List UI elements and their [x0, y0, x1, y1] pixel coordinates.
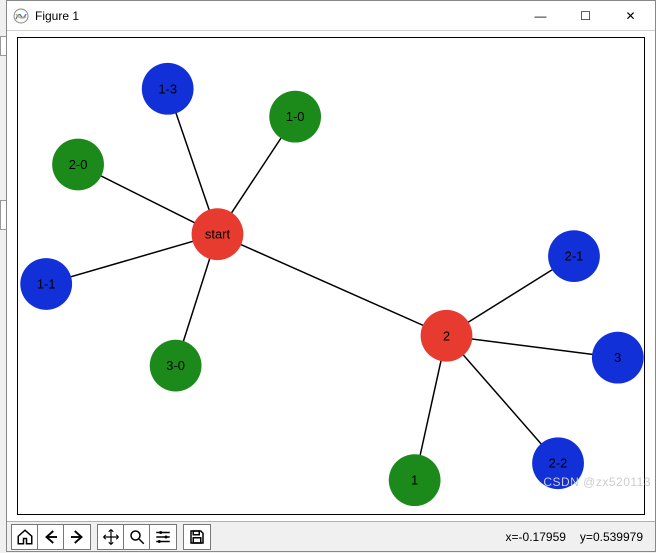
graph-node-label: 3 — [614, 350, 621, 365]
arrow-left-icon — [42, 528, 60, 546]
graph-node[interactable]: 1-3 — [142, 63, 194, 115]
move-icon — [102, 528, 120, 546]
plot-area[interactable]: start21-31-02-01-13-02-132-21 CSDN @zx52… — [7, 31, 655, 521]
forward-button[interactable] — [64, 525, 90, 549]
close-icon: ✕ — [625, 9, 635, 23]
minimize-icon: — — [535, 9, 547, 23]
graph-node[interactable]: 2 — [421, 310, 473, 362]
graph-node[interactable]: 2-2 — [532, 437, 584, 489]
graph-edge — [46, 234, 217, 284]
title-bar: Figure 1 — ☐ ✕ — [7, 1, 655, 31]
graph-edge — [447, 336, 618, 358]
home-button[interactable] — [12, 525, 38, 549]
zoom-icon — [128, 528, 146, 546]
graph-node[interactable]: 2-0 — [52, 139, 104, 191]
close-button[interactable]: ✕ — [608, 1, 653, 30]
status-x: x=-0.17959 — [506, 530, 566, 544]
maximize-icon: ☐ — [580, 9, 591, 23]
graph-node-label: 3-0 — [166, 358, 185, 373]
graph-node-label: start — [205, 227, 231, 242]
figure-window: Figure 1 — ☐ ✕ start 2 1-3 1-0 2-0 1-1 3-0 2-1 3… — [6, 0, 656, 552]
home-icon — [16, 528, 34, 546]
maximize-button[interactable]: ☐ — [563, 1, 608, 30]
minimize-button[interactable]: — — [518, 1, 563, 30]
zoom-button[interactable] — [124, 525, 150, 549]
save-icon — [188, 528, 206, 546]
back-button[interactable] — [38, 525, 64, 549]
graph-edge — [217, 234, 446, 336]
graph-node[interactable]: 1-1 — [20, 258, 72, 310]
network-graph: start 2 1-3 1-0 2-0 1-1 3-0 2-1 3 2-2 1 — [17, 37, 645, 515]
graph-node[interactable]: start — [192, 208, 244, 260]
graph-node-label: 2-2 — [549, 456, 568, 471]
nav-group-save — [183, 524, 211, 550]
graph-node[interactable]: 1-0 — [269, 91, 321, 143]
app-icon — [13, 8, 29, 24]
graph-node-label: 1-0 — [286, 109, 305, 124]
graph-node-label: 1-3 — [158, 81, 177, 96]
graph-node[interactable]: 1 — [389, 454, 441, 506]
cursor-status: x=-0.17959 y=0.539979 — [506, 530, 651, 544]
graph-node-label: 1 — [411, 473, 418, 488]
pan-button[interactable] — [98, 525, 124, 549]
nav-toolbar: x=-0.17959 y=0.539979 — [7, 521, 655, 551]
graph-node-label: 2-1 — [565, 249, 584, 264]
arrow-right-icon — [68, 528, 86, 546]
graph-node-label: 1-1 — [37, 276, 56, 291]
nav-group-view — [97, 524, 177, 550]
graph-node-label: 2-0 — [69, 157, 88, 172]
configure-button[interactable] — [150, 525, 176, 549]
graph-node[interactable]: 3-0 — [150, 340, 202, 392]
graph-node[interactable]: 3 — [592, 332, 644, 384]
graph-node[interactable]: 2-1 — [548, 230, 600, 282]
nav-group-home — [11, 524, 91, 550]
graph-node-label: 2 — [443, 328, 450, 343]
window-title: Figure 1 — [35, 9, 518, 23]
edges-layer — [46, 89, 618, 480]
save-button[interactable] — [184, 525, 210, 549]
status-y: y=0.539979 — [580, 530, 643, 544]
sliders-icon — [154, 528, 172, 546]
